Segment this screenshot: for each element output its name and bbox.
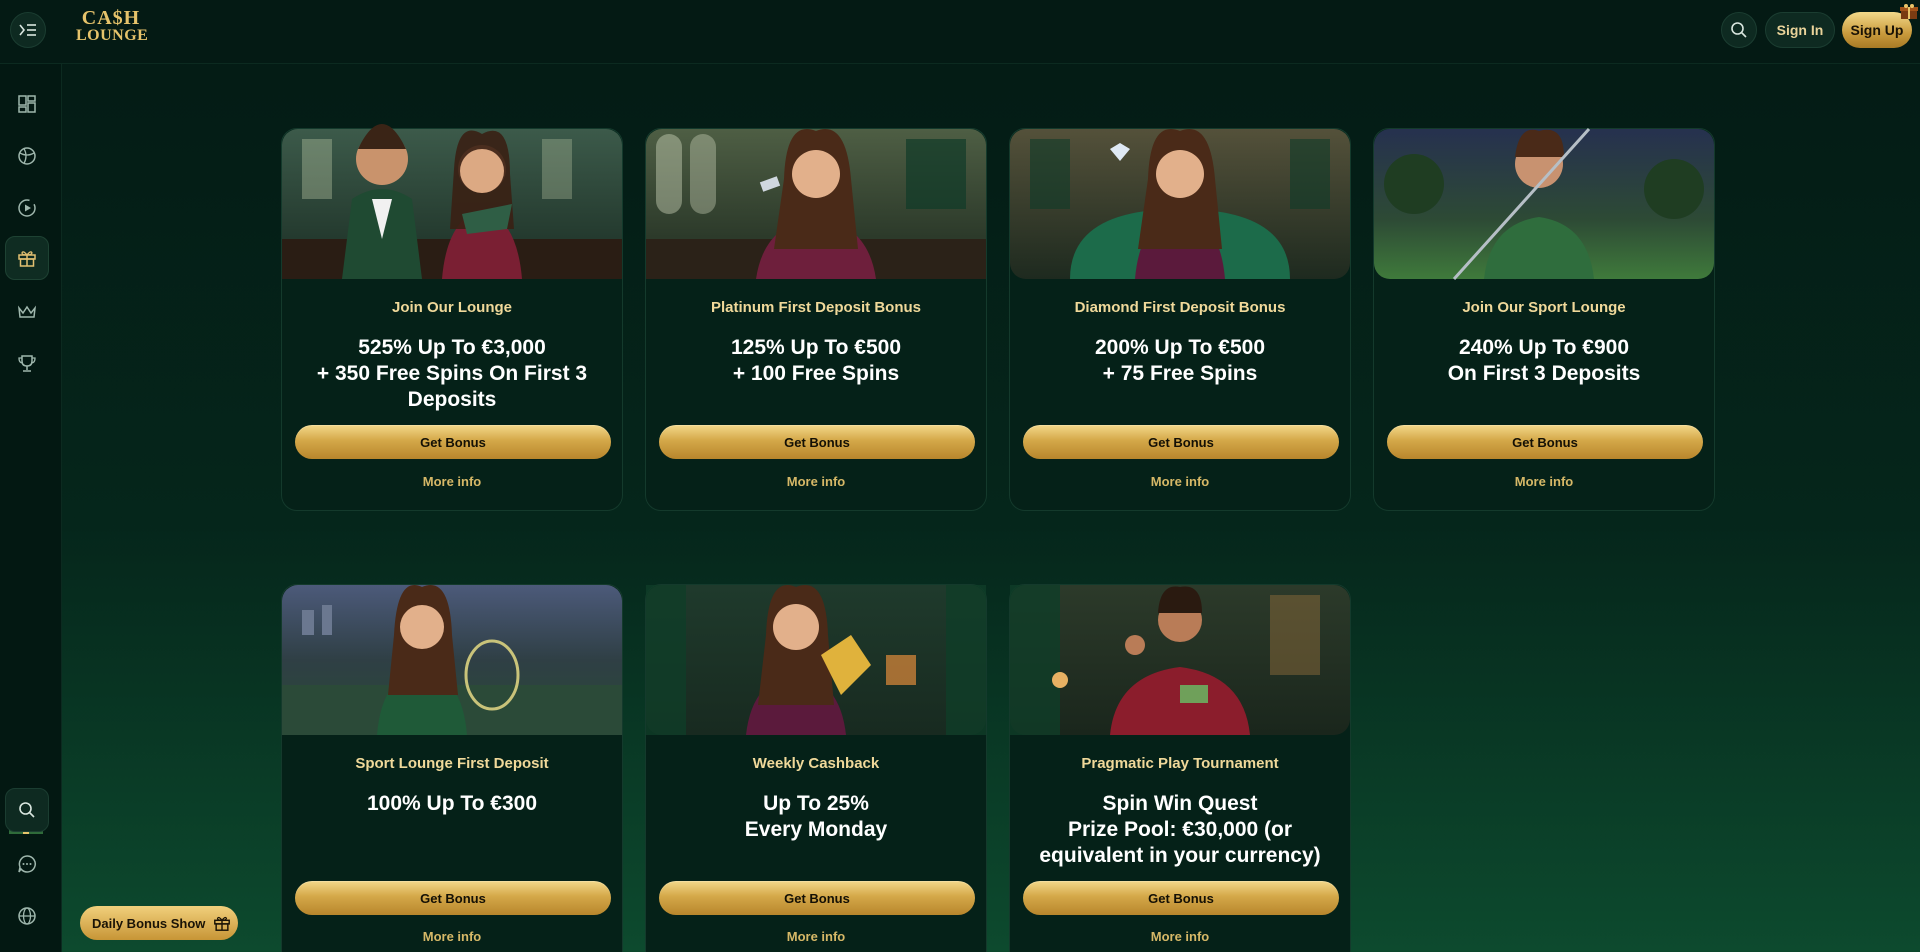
offer-line: Every Monday xyxy=(744,818,888,841)
sidebar-item-promotions[interactable] xyxy=(5,236,49,280)
sidebar-item-search[interactable] xyxy=(5,788,49,832)
more-info-link[interactable]: More info xyxy=(646,474,986,489)
bonus-image-gold-bar-woman xyxy=(646,585,986,735)
offer-line: + 75 Free Spins xyxy=(1102,362,1258,385)
sign-in-button[interactable]: Sign In xyxy=(1765,12,1835,48)
more-info-link[interactable]: More info xyxy=(1374,474,1714,489)
daily-bonus-label: Daily Bonus Show xyxy=(92,915,206,931)
offer-line: 240% Up To €900 xyxy=(1458,336,1630,359)
menu-toggle-button[interactable] xyxy=(10,12,46,48)
bonus-image-tournament-man xyxy=(1010,585,1350,735)
card-title: Platinum First Deposit Bonus xyxy=(710,299,921,316)
card-offer: 200% Up To €500 + 75 Free Spins xyxy=(1026,335,1334,387)
sidebar-item-tournaments[interactable] xyxy=(5,342,49,386)
get-bonus-button[interactable]: Get Bonus xyxy=(1387,425,1703,459)
card-offer: Spin Win Quest Prize Pool: €30,000 (or e… xyxy=(1026,791,1334,869)
more-info-link[interactable]: More info xyxy=(282,474,622,489)
card-offer: Up To 25% Every Monday xyxy=(662,791,970,843)
daily-bonus-show-button[interactable]: Daily Bonus Show xyxy=(80,906,238,940)
dashboard-icon xyxy=(18,95,36,113)
offer-line: + 350 Free Spins On First 3 xyxy=(316,362,588,385)
cash-lounge-logo[interactable]: CA$H LOUNGE xyxy=(76,7,149,50)
card-title: Join Our Sport Lounge xyxy=(1462,299,1626,316)
offer-line: Deposits xyxy=(407,388,497,411)
card-title: Diamond First Deposit Bonus xyxy=(1074,299,1286,316)
search-icon xyxy=(19,802,35,818)
offer-line: 125% Up To €500 xyxy=(730,336,902,359)
bonus-card: Platinum First Deposit Bonus 125% Up To … xyxy=(645,128,987,511)
card-title: Pragmatic Play Tournament xyxy=(1081,755,1279,772)
sidebar-item-vip[interactable] xyxy=(5,290,49,334)
sidebar-item-dashboard[interactable] xyxy=(5,82,49,126)
bonus-image-lounge-couple xyxy=(282,124,622,279)
bonus-card: Pragmatic Play Tournament Spin Win Quest… xyxy=(1009,584,1351,952)
get-bonus-button[interactable]: Get Bonus xyxy=(295,881,611,915)
bonus-card: Join Our Lounge 525% Up To €3,000 + 350 … xyxy=(281,124,623,511)
globe-icon xyxy=(18,907,36,925)
card-offer: 100% Up To €300 xyxy=(298,791,606,817)
card-offer: 525% Up To €3,000 + 350 Free Spins On Fi… xyxy=(298,335,606,413)
offer-line: On First 3 Deposits xyxy=(1447,362,1641,385)
more-info-link[interactable]: More info xyxy=(282,929,622,944)
more-info-link[interactable]: More info xyxy=(1010,474,1350,489)
chat-icon xyxy=(18,855,36,873)
bonus-card: Weekly Cashback Up To 25% Every Monday G… xyxy=(645,584,987,952)
more-info-link[interactable]: More info xyxy=(1010,929,1350,944)
gift-badge-icon xyxy=(1900,4,1918,19)
offer-line: Up To 25% xyxy=(763,792,869,815)
gift-icon xyxy=(214,916,231,931)
live-play-icon xyxy=(18,199,36,217)
get-bonus-button[interactable]: Get Bonus xyxy=(659,881,975,915)
offer-line: 525% Up To €3,000 xyxy=(358,336,546,359)
offer-line: 100% Up To €300 xyxy=(366,792,538,815)
card-title: Join Our Lounge xyxy=(392,299,512,316)
sidebar xyxy=(0,64,62,952)
logo-line2: LOUNGE xyxy=(76,27,149,44)
bonus-card: Sport Lounge First Deposit 100% Up To €3… xyxy=(281,584,623,952)
header-search-button[interactable] xyxy=(1721,12,1757,48)
top-header: CA$H LOUNGE Sign In Sign Up xyxy=(0,0,1920,64)
bonus-image-diamond-woman xyxy=(1010,129,1350,279)
sidebar-item-chat[interactable] xyxy=(5,842,49,886)
sidebar-item-live[interactable] xyxy=(5,186,49,230)
card-title: Weekly Cashback xyxy=(752,755,880,772)
offer-line: 200% Up To €500 xyxy=(1094,336,1266,359)
get-bonus-button[interactable]: Get Bonus xyxy=(1023,881,1339,915)
bonus-image-platinum-woman xyxy=(646,129,986,279)
search-icon xyxy=(1731,22,1747,38)
get-bonus-button[interactable]: Get Bonus xyxy=(1023,425,1339,459)
menu-expand-icon xyxy=(19,24,36,36)
sidebar-item-language[interactable] xyxy=(5,894,49,938)
offer-line: + 100 Free Spins xyxy=(732,362,900,385)
offer-line: Spin Win Quest xyxy=(1102,792,1258,815)
sports-ball-icon xyxy=(18,147,36,165)
logo-line1: CA$H xyxy=(81,7,141,29)
bonus-card: Diamond First Deposit Bonus 200% Up To €… xyxy=(1009,128,1351,511)
sidebar-item-sports[interactable] xyxy=(5,134,49,178)
bonus-card: Join Our Sport Lounge 240% Up To €900 On… xyxy=(1373,127,1715,511)
trophy-icon xyxy=(18,355,36,372)
card-title: Sport Lounge First Deposit xyxy=(355,755,549,772)
crown-icon xyxy=(17,305,37,318)
get-bonus-button[interactable]: Get Bonus xyxy=(295,425,611,459)
card-offer: 240% Up To €900 On First 3 Deposits xyxy=(1390,335,1698,387)
get-bonus-button[interactable]: Get Bonus xyxy=(659,425,975,459)
more-info-link[interactable]: More info xyxy=(646,929,986,944)
gift-icon xyxy=(18,251,36,267)
offer-line: Prize Pool: €30,000 (or xyxy=(1067,818,1293,841)
bonus-image-tennis-woman xyxy=(282,585,622,735)
offer-line: equivalent in your currency) xyxy=(1039,844,1321,867)
card-offer: 125% Up To €500 + 100 Free Spins xyxy=(662,335,970,387)
bonus-image-golf-man xyxy=(1374,127,1714,281)
